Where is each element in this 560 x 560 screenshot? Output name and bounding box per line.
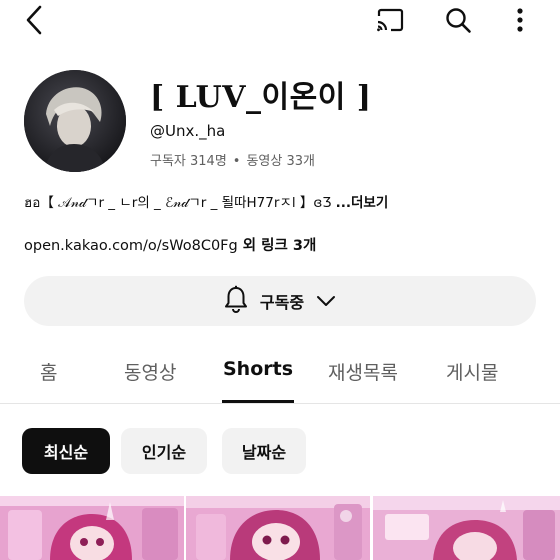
channel-name: [ LUV_이온이 ] <box>150 80 372 115</box>
description-text: ฮอ【 𝒜𝓃𝒹ㄱr _ ㄴr의 _ ℰ𝓃𝒹ㄱr _ 될따H77rㅈl 】ɞƷ <box>24 195 336 211</box>
cast-icon[interactable] <box>374 4 406 36</box>
back-arrow-icon[interactable] <box>18 4 50 36</box>
chevron-down-icon <box>316 292 336 311</box>
top-app-bar <box>0 0 560 40</box>
channel-tabs: 홈 동영상 Shorts 재생목록 게시물 <box>0 350 560 404</box>
channel-description[interactable]: ฮอ【 𝒜𝓃𝒹ㄱr _ ㄴr의 _ ℰ𝓃𝒹ㄱr _ 될따H77rㅈl 】ɞƷ .… <box>24 191 388 213</box>
channel-handle: @Unx._ha <box>150 122 226 140</box>
tab-videos[interactable]: 동영상 <box>124 358 176 385</box>
more-link[interactable]: ...더보기 <box>336 195 389 211</box>
channel-links[interactable]: open.kakao.com/o/sWo8C0Fg 외 링크 3개 <box>24 234 316 255</box>
subscribed-label: 구독중 <box>259 293 305 312</box>
stats-separator: • <box>232 154 241 169</box>
chip-latest[interactable]: 최신순 <box>22 428 110 474</box>
link-count: 외 링크 3개 <box>237 238 317 254</box>
more-vertical-icon[interactable] <box>504 4 536 36</box>
subscriber-count: 구독자 314명 <box>150 154 227 169</box>
active-tab-indicator <box>222 400 294 403</box>
chip-popular[interactable]: 인기순 <box>121 428 207 474</box>
external-link[interactable]: open.kakao.com/o/sWo8C0Fg <box>24 238 238 254</box>
tab-posts[interactable]: 게시물 <box>446 358 498 385</box>
video-count: 동영상 33개 <box>246 154 315 169</box>
tab-shorts[interactable]: Shorts <box>223 358 293 380</box>
shorts-thumbnail[interactable] <box>373 496 560 560</box>
subscribed-button[interactable]: 구독중 <box>24 276 536 326</box>
shorts-thumbnail[interactable] <box>186 496 370 560</box>
channel-avatar[interactable] <box>24 70 126 172</box>
shorts-grid <box>0 496 560 560</box>
shorts-thumbnail[interactable] <box>0 496 184 560</box>
tab-home[interactable]: 홈 <box>40 358 57 385</box>
channel-stats: 구독자 314명 • 동영상 33개 <box>150 150 315 169</box>
search-icon[interactable] <box>442 4 474 36</box>
tab-playlists[interactable]: 재생목록 <box>328 358 398 385</box>
bell-icon <box>224 285 248 317</box>
chip-oldest[interactable]: 날짜순 <box>222 428 306 474</box>
